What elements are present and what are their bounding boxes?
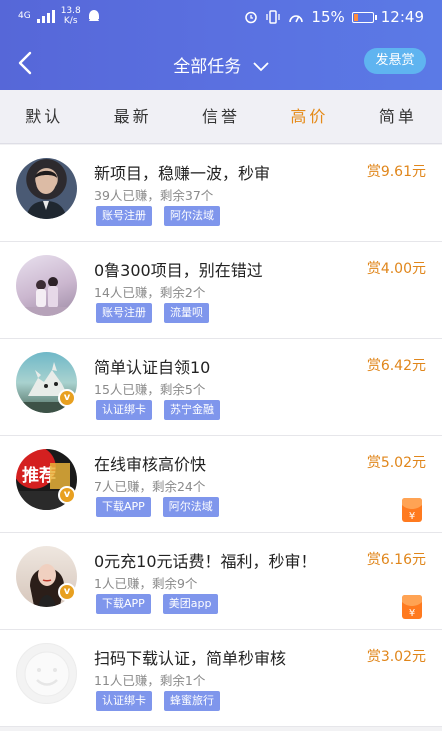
task-reward: 赏5.02元: [366, 455, 426, 471]
notification-icon: [88, 10, 99, 21]
tag-platform: 蜂蜜旅行: [164, 691, 220, 711]
post-bounty-button[interactable]: 发悬赏: [364, 48, 426, 74]
task-tags: 账号注册 流量呗: [96, 303, 209, 323]
status-bar: 4G 13.8 K/s 15% 12:49: [0, 0, 442, 34]
tag-platform: 苏宁金融: [164, 400, 220, 420]
tab-default[interactable]: 默认: [0, 90, 88, 143]
task-reward: 赏9.61元: [366, 164, 426, 180]
task-tags: 认证绑卡 蜂蜜旅行: [96, 691, 220, 711]
red-packet-icon: ¥: [402, 595, 422, 619]
data-saver-icon: [289, 15, 304, 23]
task-item[interactable]: 0鲁300项目，别在错过 14人已赚，剩余2个 账号注册 流量呗 赏4.00元: [0, 242, 442, 339]
header: 4G 13.8 K/s 15% 12:49 全部任务 发悬赏: [0, 0, 442, 90]
task-title: 0元充10元话费！福利，秒审！: [94, 552, 317, 571]
task-item[interactable]: v 0元充10元话费！福利，秒审！ 1人已赚，剩余9个 下载APP 美团app …: [0, 533, 442, 630]
tag-category: 下载APP: [96, 497, 151, 517]
task-tags: 账号注册 阿尔法域: [96, 206, 220, 226]
task-title: 0鲁300项目，别在错过: [94, 261, 263, 280]
task-stats: 11人已赚，剩余1个: [94, 673, 206, 688]
tag-category: 下载APP: [96, 594, 151, 614]
task-title: 简单认证自领10: [94, 358, 211, 377]
tag-category: 认证绑卡: [96, 691, 152, 711]
task-tags: 认证绑卡 苏宁金融: [96, 400, 220, 420]
tag-platform: 流量呗: [164, 303, 209, 323]
verified-badge-icon: v: [58, 486, 76, 504]
task-stats: 15人已赚，剩余5个: [94, 382, 206, 397]
avatar: [16, 255, 77, 316]
chevron-down-icon: [253, 62, 269, 72]
task-tags: 下载APP 阿尔法域: [96, 497, 219, 517]
task-item[interactable]: v 简单认证自领10 15人已赚，剩余5个 认证绑卡 苏宁金融 赏6.42元: [0, 339, 442, 436]
task-tags: 下载APP 美团app: [96, 594, 218, 614]
task-item[interactable]: 扫码下载认证，简单秒审核 11人已赚，剩余1个 认证绑卡 蜂蜜旅行 赏3.02元: [0, 630, 442, 727]
tag-category: 账号注册: [96, 206, 152, 226]
task-list: 新项目，稳赚一波，秒审 39人已赚，剩余37个 账号注册 阿尔法域 赏9.61元…: [0, 145, 442, 727]
vibrate-icon: [266, 10, 281, 24]
task-stats: 14人已赚，剩余2个: [94, 285, 206, 300]
tag-platform: 阿尔法域: [164, 206, 220, 226]
task-item[interactable]: 推荐 v 在线审核高价快 7人已赚，剩余24个 下载APP 阿尔法域 赏5.02…: [0, 436, 442, 533]
alarm-icon: [245, 11, 258, 24]
task-reward: 赏3.02元: [366, 649, 426, 665]
avatar: [16, 158, 77, 219]
tab-reputation[interactable]: 信誉: [177, 90, 265, 143]
tag-platform: 阿尔法域: [162, 497, 219, 517]
avatar: [16, 643, 77, 704]
page-title-text: 全部任务: [173, 57, 242, 77]
verified-badge-icon: v: [58, 389, 76, 407]
title-bar: 全部任务 发悬赏: [0, 40, 442, 86]
red-packet-icon: ¥: [402, 498, 422, 522]
task-reward: 赏6.42元: [366, 358, 426, 374]
task-stats: 1人已赚，剩余9个: [94, 576, 198, 591]
signal-icon: [36, 9, 55, 23]
task-title: 在线审核高价快: [94, 455, 207, 474]
task-stats: 39人已赚，剩余37个: [94, 188, 214, 203]
tab-high-price[interactable]: 高价: [265, 90, 353, 143]
network-label: 4G: [18, 11, 31, 21]
svg-text:¥: ¥: [409, 511, 415, 522]
tag-platform: 美团app: [162, 594, 218, 614]
tab-simple[interactable]: 简单: [354, 90, 442, 143]
task-reward: 赏4.00元: [366, 261, 426, 277]
task-item[interactable]: 新项目，稳赚一波，秒审 39人已赚，剩余37个 账号注册 阿尔法域 赏9.61元: [0, 145, 442, 242]
tab-latest[interactable]: 最新: [88, 90, 176, 143]
battery-percent: 15%: [311, 8, 345, 26]
sort-tabs: 默认 最新 信誉 高价 简单: [0, 90, 442, 144]
network-speed: 13.8 K/s: [61, 6, 81, 26]
clock: 12:49: [380, 8, 424, 26]
speed-unit: K/s: [63, 16, 78, 26]
verified-badge-icon: v: [58, 583, 76, 601]
speed-value: 13.8: [60, 6, 81, 16]
task-title: 扫码下载认证，简单秒审核: [94, 649, 287, 668]
task-reward: 赏6.16元: [366, 552, 426, 568]
svg-text:¥: ¥: [409, 608, 415, 619]
battery-icon: [351, 11, 377, 23]
task-stats: 7人已赚，剩余24个: [94, 479, 206, 494]
tag-category: 认证绑卡: [96, 400, 152, 420]
task-title: 新项目，稳赚一波，秒审: [94, 164, 271, 183]
tag-category: 账号注册: [96, 303, 152, 323]
